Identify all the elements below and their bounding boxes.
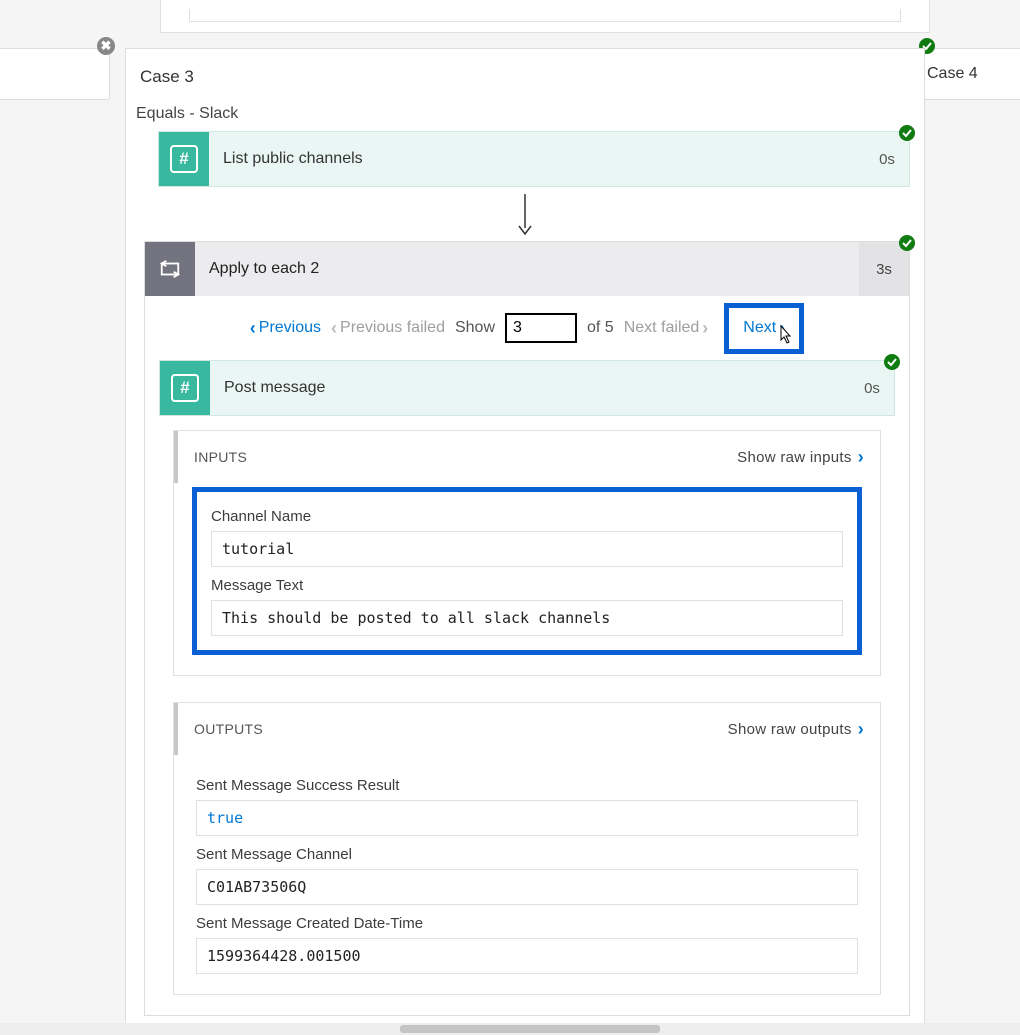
flow-run-canvas: Case 4 ✖ Case 3 Equals - Slack # List pu… xyxy=(0,0,1020,1035)
loop-duration: 3s xyxy=(859,242,909,296)
horizontal-scrollbar[interactable] xyxy=(0,1023,1020,1035)
previous-failed-label: Previous failed xyxy=(340,319,445,337)
sent-channel-label: Sent Message Channel xyxy=(196,846,858,863)
side-tab-case4[interactable]: Case 4 xyxy=(910,48,1020,100)
success-result-label: Sent Message Success Result xyxy=(196,777,858,794)
loop-apply-to-each: Apply to each 2 3s ‹ Previous ‹ Previous… xyxy=(144,241,910,1016)
raw-inputs-label: Show raw inputs xyxy=(737,449,852,466)
previous-case-card-inner xyxy=(189,9,901,22)
iteration-input[interactable] xyxy=(505,313,577,343)
inputs-header: INPUTS Show raw inputs › xyxy=(174,431,880,483)
action-label: List public channels xyxy=(209,132,865,186)
arrow-down-icon xyxy=(126,187,924,241)
scrollbar-thumb[interactable] xyxy=(400,1025,660,1033)
previous-failed-button[interactable]: ‹ Previous failed xyxy=(331,318,445,339)
chevron-left-icon: ‹ xyxy=(250,318,256,339)
success-result-value: true xyxy=(196,800,858,836)
next-button[interactable]: Next › xyxy=(743,318,785,339)
side-tab-right-label: Case 4 xyxy=(927,65,978,83)
outputs-section: OUTPUTS Show raw outputs › Sent Message … xyxy=(173,702,881,995)
previous-case-card xyxy=(160,0,930,33)
show-raw-outputs-button[interactable]: Show raw outputs › xyxy=(728,719,864,740)
chevron-right-icon: › xyxy=(858,719,864,740)
slack-icon: # xyxy=(159,132,209,186)
outputs-title: OUTPUTS xyxy=(194,721,263,737)
message-text-value: This should be posted to all slack chann… xyxy=(211,600,843,636)
outputs-header: OUTPUTS Show raw outputs › xyxy=(174,703,880,755)
loop-label: Apply to each 2 xyxy=(195,242,859,296)
chevron-right-icon: › xyxy=(858,447,864,468)
message-text-label: Message Text xyxy=(211,577,843,594)
next-failed-label: Next failed xyxy=(624,319,700,337)
inputs-section: INPUTS Show raw inputs › Channel Name tu… xyxy=(173,430,881,676)
side-tab-left[interactable] xyxy=(0,48,110,100)
of-label: of 5 xyxy=(587,319,614,337)
sent-channel-value: C01AB73506Q xyxy=(196,869,858,905)
inputs-title: INPUTS xyxy=(194,449,247,465)
show-raw-inputs-button[interactable]: Show raw inputs › xyxy=(737,447,864,468)
loop-icon xyxy=(145,242,195,296)
created-time-label: Sent Message Created Date-Time xyxy=(196,915,858,932)
previous-label: Previous xyxy=(259,319,321,337)
next-button-highlight: Next › xyxy=(724,303,804,354)
loop-header[interactable]: Apply to each 2 3s xyxy=(145,242,909,296)
action-post-message[interactable]: # Post message 0s xyxy=(159,360,895,416)
created-time-value: 1599364428.001500 xyxy=(196,938,858,974)
next-failed-button[interactable]: Next failed › xyxy=(624,318,709,339)
chevron-left-icon: ‹ xyxy=(331,318,337,339)
previous-button[interactable]: ‹ Previous xyxy=(250,318,321,339)
success-check-icon xyxy=(899,125,915,141)
close-icon[interactable]: ✖ xyxy=(97,37,115,55)
show-label: Show xyxy=(455,319,495,337)
channel-name-label: Channel Name xyxy=(211,508,843,525)
slack-icon: # xyxy=(160,361,210,415)
action-list-public-channels[interactable]: # List public channels 0s xyxy=(158,131,910,187)
iteration-pager: ‹ Previous ‹ Previous failed Show of 5 N… xyxy=(145,296,909,360)
next-label: Next xyxy=(743,319,776,337)
success-check-icon xyxy=(899,235,915,251)
chevron-right-icon: › xyxy=(779,318,785,339)
chevron-right-icon: › xyxy=(702,318,708,339)
action-label: Post message xyxy=(210,361,850,415)
case-title: Case 3 xyxy=(126,67,924,99)
success-check-icon xyxy=(884,354,900,370)
case-panel: Case 3 Equals - Slack # List public chan… xyxy=(125,48,925,1035)
channel-name-value: tutorial xyxy=(211,531,843,567)
raw-outputs-label: Show raw outputs xyxy=(728,721,852,738)
case-condition: Equals - Slack xyxy=(126,99,924,131)
inputs-highlight: Channel Name tutorial Message Text This … xyxy=(192,487,862,655)
